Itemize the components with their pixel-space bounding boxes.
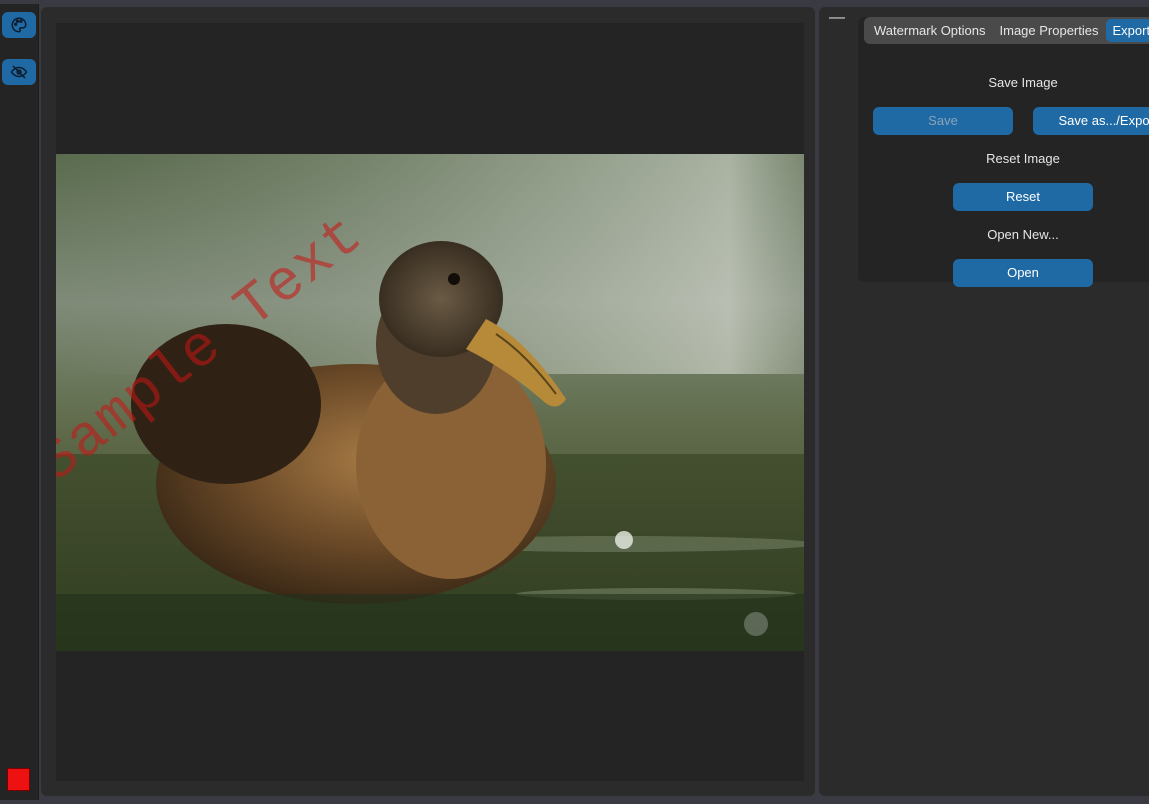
palette-icon bbox=[11, 17, 27, 33]
collapse-panel-button[interactable]: — bbox=[829, 10, 845, 26]
tab-bar: Watermark Options Image Properties Expor… bbox=[864, 17, 1149, 44]
reset-button[interactable]: Reset bbox=[953, 183, 1093, 211]
toggle-watermark-button[interactable] bbox=[2, 59, 36, 85]
palette-button[interactable] bbox=[2, 12, 36, 38]
image-canvas: Sample Text bbox=[56, 23, 804, 781]
save-image-heading: Save Image bbox=[988, 75, 1058, 90]
watermark-color-swatch[interactable] bbox=[7, 768, 30, 791]
canvas-panel: Sample Text bbox=[41, 7, 815, 796]
app-window: Sample Text — Watermark Options Image Pr… bbox=[0, 0, 1149, 804]
save-as-export-button[interactable]: Save as.../Export bbox=[1033, 107, 1149, 135]
open-button[interactable]: Open bbox=[953, 259, 1093, 287]
settings-panel: — Watermark Options Image Properties Exp… bbox=[819, 7, 1149, 796]
tab-watermark-options[interactable]: Watermark Options bbox=[867, 19, 993, 42]
tab-export[interactable]: Export/ bbox=[1105, 19, 1149, 42]
reset-image-heading: Reset Image bbox=[986, 151, 1060, 166]
tab-image-properties[interactable]: Image Properties bbox=[993, 19, 1106, 42]
settings-tabview: Watermark Options Image Properties Expor… bbox=[858, 17, 1149, 287]
open-new-heading: Open New... bbox=[987, 227, 1059, 242]
eye-slash-icon bbox=[10, 65, 28, 79]
duck-photo: Sample Text bbox=[56, 154, 804, 651]
save-button[interactable]: Save bbox=[873, 107, 1013, 135]
left-toolbar bbox=[0, 4, 39, 800]
